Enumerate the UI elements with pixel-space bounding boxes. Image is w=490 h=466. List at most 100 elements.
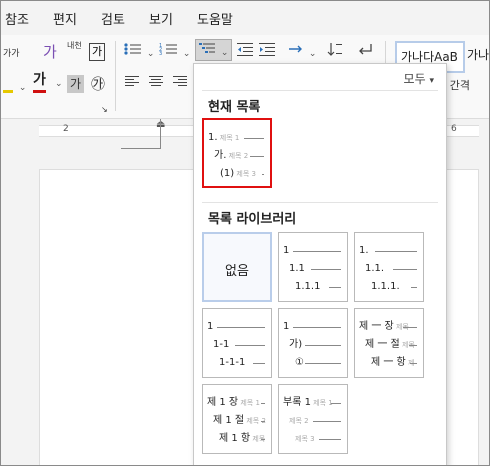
enclosed-char-button[interactable]: 가 <box>89 43 106 61</box>
font-color-button[interactable]: 가 <box>33 71 46 93</box>
chevron-down-icon[interactable]: ⌄ <box>55 79 63 89</box>
current-list-tile[interactable]: 1. 제목 1 가. 제목 2 (1) 제목 3 <box>202 118 272 188</box>
level-heading-hint: 제목 3 <box>295 435 315 443</box>
numbered-list-icon: 123 <box>159 43 177 57</box>
tab-references[interactable]: 참조 <box>5 9 29 28</box>
paragraph-mark-icon <box>359 44 372 55</box>
tile-row-line <box>261 439 265 440</box>
tile-level-label: 1-1 <box>213 339 229 351</box>
margin-corner-mark <box>121 119 161 149</box>
tab-review[interactable]: 검토 <box>101 9 125 28</box>
level-number: (1) <box>220 168 235 179</box>
tile-row: 1 <box>279 321 347 333</box>
list-tile-none[interactable]: 없음 <box>202 232 272 302</box>
highlight-button[interactable]: ⌄ <box>3 75 26 97</box>
tile-level-label: 제목 2 <box>289 415 309 427</box>
align-left-button[interactable] <box>125 73 139 95</box>
align-center-button[interactable] <box>149 73 163 95</box>
tile-row: 1.1 <box>279 263 347 275</box>
level-number: ① <box>295 357 304 368</box>
level-number: 제 一 항 <box>371 357 406 368</box>
list-filter-select[interactable]: 모두 ▾ <box>404 70 434 87</box>
tile-row-line <box>411 287 417 288</box>
style-no-spacing[interactable]: 가나다 <box>467 41 489 73</box>
enclose-char-icon[interactable]: ㉮ <box>91 74 105 96</box>
sort-button[interactable] <box>327 41 343 63</box>
ribbon-separator <box>115 41 116 111</box>
tile-row-line <box>261 403 265 404</box>
tile-row-line <box>253 363 265 364</box>
decrease-indent-button[interactable] <box>237 41 253 63</box>
tile-row-line <box>235 345 265 346</box>
tile-level-label: 가) <box>289 339 302 351</box>
tile-row: ① <box>279 357 347 369</box>
tile-level-label: 1.1. <box>365 263 384 275</box>
tile-level-label: 제목 3 <box>295 433 315 445</box>
level-number: 제 一 절 <box>365 339 400 350</box>
numbering-button[interactable]: 123 ⌄ <box>159 41 190 63</box>
font-grow-button[interactable]: 가가 <box>3 43 20 65</box>
tile-level-label: 1 <box>207 321 213 333</box>
section-divider <box>202 202 438 203</box>
level-number: 1-1 <box>213 339 230 350</box>
tile-row-line <box>293 327 341 328</box>
tile-row-line <box>311 269 341 270</box>
tile-row: 제 1 장 제목 1 <box>203 397 271 409</box>
list-library-tile[interactable]: 1 가) ① <box>278 308 348 378</box>
list-library-tile[interactable]: 1 1.1 1.1.1 <box>278 232 348 302</box>
tab-mailings[interactable]: 편지 <box>53 9 77 28</box>
tile-row: 제 一 장 제목 <box>355 321 423 333</box>
tile-level-label: 1 <box>283 321 289 333</box>
level-heading-hint: 제목 2 <box>226 152 249 160</box>
multilevel-list-icon <box>199 43 215 53</box>
chevron-down-icon: ⌄ <box>146 49 155 59</box>
tile-row: 제목 3 <box>279 433 347 445</box>
level-number: 제 1 항 <box>219 433 251 444</box>
chevron-down-icon: ⌄ <box>18 83 27 93</box>
tile-row-line <box>305 345 341 346</box>
increase-indent-button[interactable] <box>259 41 275 63</box>
tile-level-label: (1) 제목 3 <box>220 168 256 180</box>
tile-level-label: 1. 제목 1 <box>208 132 239 144</box>
multilevel-list-dropdown: 모두 ▾ 현재 목록 1. 제목 1 가. 제목 2 (1) 제목 3 목록 라이브… <box>193 63 447 465</box>
list-library-tile[interactable]: 1. 1.1. 1.1.1. <box>354 232 424 302</box>
level-number: 1. <box>359 245 369 256</box>
bullets-button[interactable]: ⌄ <box>123 41 154 63</box>
char-shading-button[interactable]: 가 <box>67 75 85 93</box>
tile-level-label: 제 一 장 제목 <box>359 321 409 333</box>
show-marks-button[interactable] <box>357 41 373 63</box>
tile-level-label: 제 1 항 제목 <box>219 433 265 445</box>
level-number: 1 <box>283 321 290 332</box>
tile-row-line <box>244 138 264 139</box>
tile-row-line <box>319 439 341 440</box>
tile-row: 1. 제목 1 <box>204 132 270 144</box>
tile-row-line <box>305 363 341 364</box>
tile-row: 부록 1 제목 1 <box>279 397 347 409</box>
list-library-tile[interactable]: 제 一 장 제목 제 一 절 제목 제 一 항 제 <box>354 308 424 378</box>
char-label[interactable]: 내천 <box>67 41 82 63</box>
align-right-button[interactable] <box>173 73 187 95</box>
decrease-indent-icon <box>237 43 253 56</box>
tile-row-line <box>293 251 341 252</box>
text-direction-button[interactable]: ⌄ <box>287 41 316 63</box>
level-number: 제 1 장 <box>207 397 239 408</box>
tab-view[interactable]: 보기 <box>149 9 173 28</box>
tile-row-line <box>403 327 417 328</box>
phonetic-guide-button[interactable]: 가 <box>43 41 57 63</box>
level-number: 제 1 절 <box>213 415 245 426</box>
list-library-tile[interactable]: 1 1-1 1-1-1 <box>202 308 272 378</box>
chevron-down-icon: ⌄ <box>308 49 317 59</box>
current-list-title: 현재 목록 <box>208 100 261 115</box>
tile-row: 제 一 항 제 <box>355 357 423 369</box>
none-label: 없음 <box>225 264 249 279</box>
multilevel-list-button[interactable]: ⌄ <box>195 39 233 61</box>
tile-row: (1) 제목 3 <box>204 168 270 180</box>
level-heading-hint: 제목 3 <box>234 170 256 178</box>
tile-row-line <box>375 251 417 252</box>
list-library-tile[interactable]: 부록 1 제목 1 제목 2 제목 3 <box>278 384 348 454</box>
tile-row: 제 1 항 제목 <box>203 433 271 445</box>
align-center-icon <box>149 76 163 86</box>
font-dialog-launcher-icon[interactable]: ↘ <box>101 99 108 121</box>
list-library-tile[interactable]: 제 1 장 제목 1 제 1 절 제목 2 제 1 항 제목 <box>202 384 272 454</box>
tab-help[interactable]: 도움말 <box>197 9 233 28</box>
